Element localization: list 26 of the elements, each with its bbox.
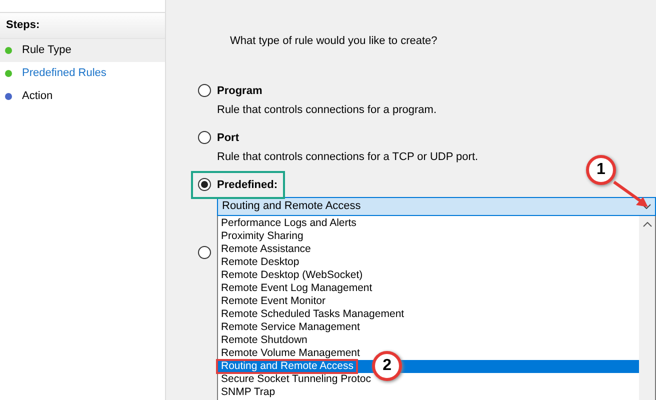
list-item[interactable]: Remote Shutdown — [218, 334, 639, 347]
list-item[interactable]: Remote Event Monitor — [218, 295, 639, 308]
step-item[interactable]: Rule Type — [0, 38, 165, 62]
dropdown-field[interactable]: Routing and Remote Access — [217, 197, 656, 216]
list-item[interactable]: Proximity Sharing — [218, 230, 639, 243]
dropdown-value: Routing and Remote Access — [222, 199, 361, 214]
option-label: Predefined: — [217, 178, 278, 192]
option-description: Rule that controls connections for a TCP or UDP port. — [217, 150, 478, 165]
step-item[interactable]: Action — [0, 84, 165, 108]
list-item[interactable]: SNMP Trap — [218, 386, 639, 399]
steps-header: Steps: — [0, 12, 165, 38]
step-label: Action — [22, 88, 53, 104]
list-item[interactable]: Remote Service Management — [218, 321, 639, 334]
step-label: Rule Type — [22, 42, 72, 58]
list-item[interactable]: Remote Desktop — [218, 256, 639, 269]
option-label: Port — [217, 130, 239, 146]
list-item[interactable]: Remote Desktop (WebSocket) — [218, 269, 639, 282]
option-label: Program — [217, 84, 262, 98]
question-text: What type of rule would you like to create? — [230, 34, 438, 49]
option-description: Rule that controls connections for a program. — [217, 103, 437, 118]
list-item[interactable]: Remote Scheduled Tasks Management — [218, 308, 639, 321]
step-item[interactable]: Predefined Rules — [0, 62, 165, 84]
list-item[interactable]: Remote Assistance — [218, 243, 639, 256]
step-label: Predefined Rules — [22, 66, 106, 81]
list-item[interactable]: Performance Logs and Alerts — [218, 217, 639, 230]
list-item[interactable]: Remote Event Log Management — [218, 282, 639, 295]
